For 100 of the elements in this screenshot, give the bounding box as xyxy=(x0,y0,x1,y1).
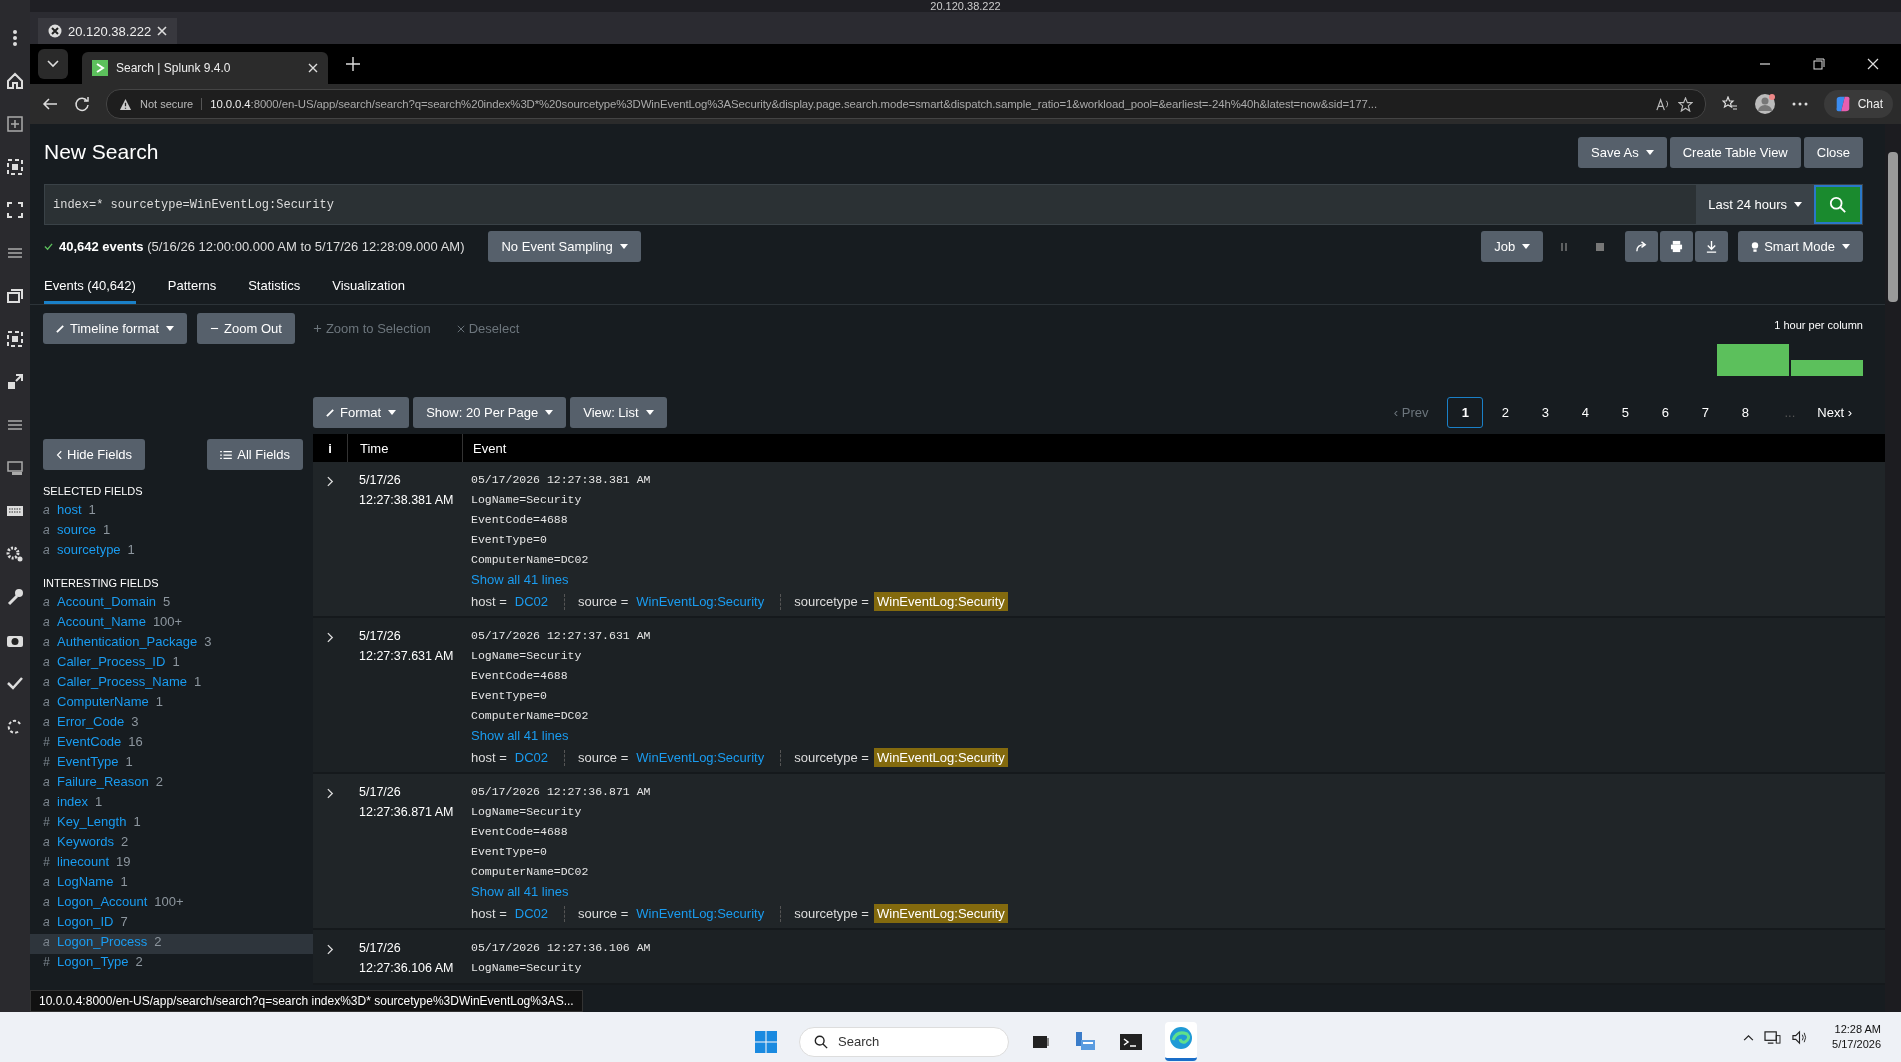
share-button[interactable] xyxy=(1625,231,1659,262)
select-icon[interactable] xyxy=(5,329,25,349)
search-mode-dropdown[interactable]: Smart Mode xyxy=(1738,231,1863,262)
gear-icon[interactable] xyxy=(5,544,25,564)
field-value[interactable]: WinEventLog:Security xyxy=(633,592,768,611)
results-dropdown[interactable]: Format xyxy=(313,397,410,428)
page-link[interactable]: 1 xyxy=(1447,397,1484,428)
field-item[interactable]: a Account_Name 100+ xyxy=(30,614,313,634)
field-value[interactable]: WinEventLog:Security xyxy=(633,904,768,923)
field-item[interactable]: a source 1 xyxy=(30,522,313,542)
field-value[interactable]: WinEventLog:Security xyxy=(633,748,768,767)
chevron-up-icon[interactable] xyxy=(1743,1033,1755,1041)
results-tab[interactable]: Visualization xyxy=(332,271,405,304)
add-icon[interactable] xyxy=(5,114,25,134)
field-item[interactable]: a Authentication_Package 3 xyxy=(30,634,313,654)
field-value[interactable]: DC02 xyxy=(511,748,552,767)
home-icon[interactable] xyxy=(5,71,25,91)
field-item[interactable]: # Logon_Type 2 xyxy=(30,954,313,974)
field-value[interactable]: DC02 xyxy=(511,592,552,611)
restore-icon[interactable] xyxy=(1813,58,1825,70)
field-item[interactable]: a Account_Domain 5 xyxy=(30,594,313,614)
close-icon[interactable] xyxy=(1867,58,1879,70)
read-aloud-icon[interactable] xyxy=(1654,96,1670,112)
field-item[interactable]: # EventCode 16 xyxy=(30,734,313,754)
field-item[interactable]: # EventType 1 xyxy=(30,754,313,774)
page-link[interactable]: 7 xyxy=(1687,397,1724,428)
results-dropdown[interactable]: View: List xyxy=(570,397,667,428)
close-icon[interactable] xyxy=(308,63,318,73)
back-icon[interactable] xyxy=(42,96,58,112)
prev-page-link[interactable]: ‹ Prev xyxy=(1384,398,1438,427)
timeline-button[interactable]: Timeline format xyxy=(43,313,188,344)
chat-button[interactable]: Chat xyxy=(1823,90,1893,118)
expand-icon[interactable] xyxy=(5,372,25,392)
field-item[interactable]: a Error_Code 3 xyxy=(30,714,313,734)
job-dropdown[interactable]: Job xyxy=(1481,231,1544,262)
field-item[interactable]: a Logon_Process 2 xyxy=(30,934,313,954)
hide-fields-button[interactable]: Hide Fields xyxy=(43,439,146,470)
screen-icon[interactable] xyxy=(5,458,25,478)
profile-avatar-icon[interactable] xyxy=(1753,93,1776,115)
volume-icon[interactable] xyxy=(1791,1029,1809,1045)
header-button[interactable]: Save As xyxy=(1578,136,1667,168)
results-tab[interactable]: Patterns xyxy=(167,271,217,304)
star-icon[interactable] xyxy=(1677,96,1693,112)
page-link[interactable]: 4 xyxy=(1567,397,1604,428)
show-all-lines-link[interactable]: Show all 41 lines xyxy=(471,726,569,746)
field-item[interactable]: # linecount 19 xyxy=(30,854,313,874)
frame-icon[interactable] xyxy=(5,200,25,220)
wrench-icon[interactable] xyxy=(5,587,25,607)
field-item[interactable]: a LogName 1 xyxy=(30,874,313,894)
address-field[interactable] xyxy=(106,89,1706,119)
field-value[interactable]: WinEventLog:Security xyxy=(873,904,1008,923)
page-link[interactable]: 3 xyxy=(1527,397,1564,428)
expand-chevron-icon[interactable] xyxy=(326,788,334,799)
stop-icon[interactable] xyxy=(1595,241,1606,252)
expand-chevron-icon[interactable] xyxy=(326,632,334,643)
results-tab[interactable]: Statistics xyxy=(248,271,301,304)
window-icon[interactable] xyxy=(5,286,25,306)
taskbar-search-field[interactable]: Search xyxy=(799,1026,1009,1057)
field-item[interactable]: a Caller_Process_ID 1 xyxy=(30,654,313,674)
page-link[interactable]: 8 xyxy=(1727,397,1764,428)
field-item[interactable]: a Caller_Process_Name 1 xyxy=(30,674,313,694)
new-tab-icon[interactable] xyxy=(346,57,360,71)
browser-tab[interactable]: Search | Splunk 9.4.0 xyxy=(82,52,328,84)
field-item[interactable]: a ComputerName 1 xyxy=(30,694,313,714)
results-tab[interactable]: Events (40,642) xyxy=(44,271,136,304)
results-dropdown[interactable]: Show: 20 Per Page xyxy=(413,397,567,428)
more-icon[interactable] xyxy=(1791,102,1808,106)
taskbar-clock[interactable]: 12:28 AM 5/17/2026 xyxy=(1832,1022,1881,1052)
field-item[interactable]: a sourcetype 1 xyxy=(30,542,313,562)
page-link[interactable]: 6 xyxy=(1647,397,1684,428)
field-value[interactable]: DC02 xyxy=(511,904,552,923)
field-item[interactable]: # Key_Length 1 xyxy=(30,814,313,834)
expand-chevron-icon[interactable] xyxy=(326,476,334,487)
windows-start-icon[interactable] xyxy=(755,1030,777,1053)
field-item[interactable]: a Failure_Reason 2 xyxy=(30,774,313,794)
network-icon[interactable] xyxy=(1764,1029,1782,1045)
show-all-lines-link[interactable]: Show all 41 lines xyxy=(471,882,569,902)
export-button[interactable] xyxy=(1695,231,1729,262)
field-item[interactable]: a Logon_ID 7 xyxy=(30,914,313,934)
taskbar-app[interactable] xyxy=(1165,1022,1197,1061)
header-button[interactable]: Close xyxy=(1803,136,1863,168)
show-all-lines-link[interactable]: Show all 41 lines xyxy=(471,570,569,590)
field-item[interactable]: a index 1 xyxy=(30,794,313,814)
header-button[interactable]: Create Table View xyxy=(1669,136,1801,168)
field-item[interactable]: a Logon_Account 100+ xyxy=(30,894,313,914)
pause-icon[interactable] xyxy=(1559,241,1570,252)
field-item[interactable]: a host 1 xyxy=(30,502,313,522)
scrollbar[interactable] xyxy=(1885,124,1901,1012)
close-icon[interactable] xyxy=(157,26,168,36)
print-button[interactable] xyxy=(1660,231,1694,262)
sampling-dropdown[interactable]: No Event Sampling xyxy=(488,231,641,262)
select-icon[interactable] xyxy=(5,157,25,177)
expand-chevron-icon[interactable] xyxy=(326,944,334,955)
field-value[interactable]: WinEventLog:Security xyxy=(873,592,1008,611)
tab-actions-button[interactable] xyxy=(38,49,68,79)
remote-tab[interactable]: 20.120.38.222 xyxy=(38,18,178,44)
field-value[interactable]: WinEventLog:Security xyxy=(873,748,1008,767)
page-link[interactable]: 2 xyxy=(1487,397,1524,428)
refresh-icon[interactable] xyxy=(74,96,90,112)
next-page-link[interactable]: Next › xyxy=(1808,398,1861,427)
